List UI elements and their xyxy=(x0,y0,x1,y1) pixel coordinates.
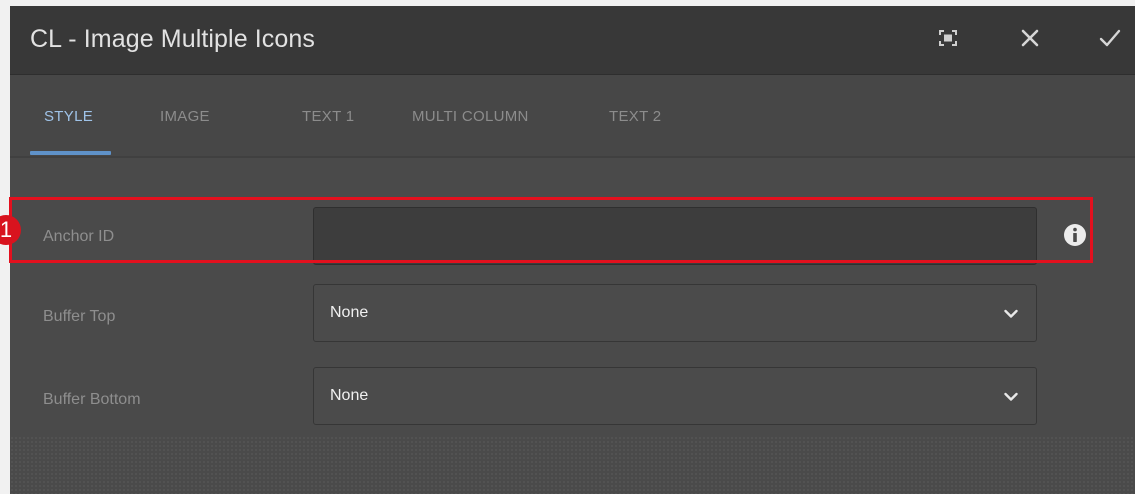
tab-text-1[interactable]: TEXT 1 xyxy=(302,108,354,125)
buffer-bottom-value: None xyxy=(330,387,369,404)
chevron-down-icon xyxy=(1004,389,1018,407)
tab-image[interactable]: IMAGE xyxy=(160,108,210,125)
buffer-bottom-label: Buffer Bottom xyxy=(43,391,141,408)
fullscreen-icon[interactable] xyxy=(934,24,962,52)
close-icon[interactable] xyxy=(1016,24,1044,52)
chevron-down-icon xyxy=(1004,306,1018,324)
tab-bar: STYLE IMAGE TEXT 1 MULTI COLUMN TEXT 2 xyxy=(10,75,1135,158)
buffer-bottom-select[interactable]: None xyxy=(313,367,1037,425)
dialog-title: CL - Image Multiple Icons xyxy=(30,25,316,53)
annotation-highlight-box xyxy=(9,197,1093,263)
tab-text-2[interactable]: TEXT 2 xyxy=(609,108,661,125)
check-icon[interactable] xyxy=(1096,24,1124,52)
active-tab-indicator xyxy=(30,151,111,155)
tab-style[interactable]: STYLE xyxy=(44,108,93,125)
buffer-top-value: None xyxy=(330,304,369,321)
tab-multi-column[interactable]: MULTI COLUMN xyxy=(412,108,529,125)
buffer-top-label: Buffer Top xyxy=(43,308,116,325)
dialog-header: CL - Image Multiple Icons xyxy=(10,6,1135,75)
buffer-top-select[interactable]: None xyxy=(313,284,1037,342)
background-watermark xyxy=(10,436,1135,494)
